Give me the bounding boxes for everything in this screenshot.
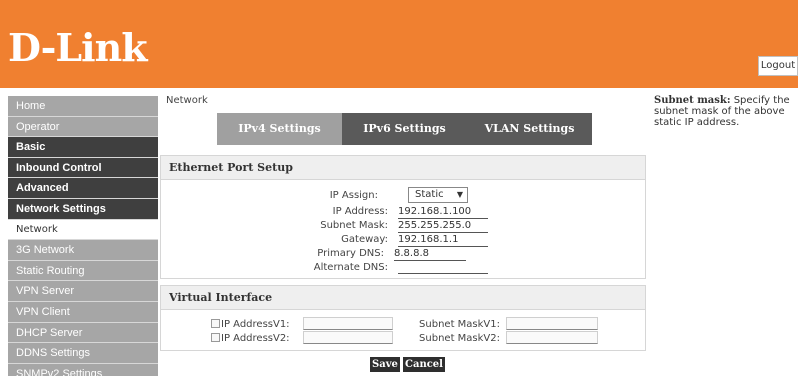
ip-assign-label: IP Assign: (329, 190, 378, 201)
alternate-dns-row: Alternate DNS: (161, 261, 647, 274)
ip-v1-checkbox[interactable] (211, 319, 220, 328)
gateway-row: Gateway: 192.168.1.1 (161, 233, 647, 247)
gateway-label: Gateway: (341, 234, 388, 245)
cancel-button[interactable]: Cancel (403, 357, 445, 372)
ip-assign-select[interactable]: Static ▼ (408, 187, 468, 203)
ip-address-field[interactable]: 192.168.1.100 (398, 205, 488, 219)
sidebar-item-home[interactable]: Home (8, 96, 158, 117)
sidebar-item-advanced[interactable]: Advanced (8, 178, 158, 199)
tab-ipv6-settings[interactable]: IPv6 Settings (342, 113, 467, 145)
help-panel: Subnet mask: Specify the subnet mask of … (654, 95, 796, 128)
breadcrumb: Network (166, 95, 208, 106)
alternate-dns-field[interactable] (398, 261, 488, 274)
ip-assign-row: IP Assign: Static ▼ (161, 187, 647, 203)
tab-vlan-settings[interactable]: VLAN Settings (467, 113, 592, 145)
primary-dns-row: Primary DNS: 8.8.8.8 (161, 247, 647, 261)
virtual-interface-row-1: IP AddressV1: Subnet MaskV1: (161, 317, 647, 331)
sidebar-item-ddns-settings[interactable]: DDNS Settings (8, 343, 158, 364)
virtual-interface-title: Virtual Interface (161, 286, 645, 310)
ethernet-section-title: Ethernet Port Setup (161, 156, 645, 180)
sidebar-item-network-settings[interactable]: Network Settings (8, 198, 158, 220)
sidebar-item-network[interactable]: Network (8, 219, 158, 241)
subnet-mask-label: Subnet Mask: (320, 220, 388, 231)
header-bar: D-Link Logout (0, 0, 798, 88)
sidebar-item-snmpv2-settings[interactable]: SNMPv2 Settings (8, 363, 158, 376)
subnet-mask-field[interactable]: 255.255.255.0 (398, 219, 488, 233)
ethernet-port-setup-panel: Ethernet Port Setup IP Assign: Static ▼ … (160, 155, 646, 279)
sidebar-nav: Home Operator Basic Inbound Control Adva… (8, 96, 158, 376)
sidebar-item-vpn-server[interactable]: VPN Server (8, 281, 158, 302)
sidebar-item-basic[interactable]: Basic (8, 137, 158, 158)
ip-v2-label: IP AddressV2: (221, 333, 290, 344)
ip-v1-input[interactable] (303, 317, 393, 330)
sidebar-item-3g-network[interactable]: 3G Network (8, 240, 158, 261)
ip-assign-value: Static (415, 189, 444, 200)
ip-v1-label: IP AddressV1: (221, 319, 290, 330)
dlink-logo: D-Link (8, 25, 148, 70)
sidebar-item-inbound-control[interactable]: Inbound Control (8, 157, 158, 179)
mask-v1-label: Subnet MaskV1: (419, 319, 500, 330)
help-term: Subnet mask: (654, 95, 731, 106)
virtual-interface-panel: Virtual Interface IP AddressV1: Subnet M… (160, 285, 646, 351)
virtual-interface-row-2: IP AddressV2: Subnet MaskV2: (161, 331, 647, 345)
sidebar-item-vpn-client[interactable]: VPN Client (8, 301, 158, 323)
ip-v2-checkbox[interactable] (211, 333, 220, 342)
ip-address-label: IP Address: (332, 206, 388, 217)
primary-dns-field[interactable]: 8.8.8.8 (394, 247, 466, 261)
save-button[interactable]: Save (370, 357, 400, 372)
gateway-field[interactable]: 192.168.1.1 (398, 233, 488, 247)
mask-v1-input[interactable] (506, 317, 598, 330)
ip-v2-input[interactable] (303, 331, 393, 344)
settings-tabs: IPv4 Settings IPv6 Settings VLAN Setting… (217, 113, 592, 145)
mask-v2-input[interactable] (506, 331, 598, 344)
logout-button[interactable]: Logout (758, 56, 798, 76)
primary-dns-label: Primary DNS: (317, 248, 384, 259)
sidebar-item-dhcp-server[interactable]: DHCP Server (8, 322, 158, 344)
tab-ipv4-settings[interactable]: IPv4 Settings (217, 113, 342, 145)
sidebar-item-operator[interactable]: Operator (8, 116, 158, 138)
sidebar-item-static-routing[interactable]: Static Routing (8, 260, 158, 282)
chevron-down-icon: ▼ (456, 190, 463, 199)
subnet-mask-row: Subnet Mask: 255.255.255.0 (161, 219, 647, 233)
alternate-dns-label: Alternate DNS: (313, 262, 388, 273)
ip-address-row: IP Address: 192.168.1.100 (161, 205, 647, 219)
mask-v2-label: Subnet MaskV2: (419, 333, 500, 344)
